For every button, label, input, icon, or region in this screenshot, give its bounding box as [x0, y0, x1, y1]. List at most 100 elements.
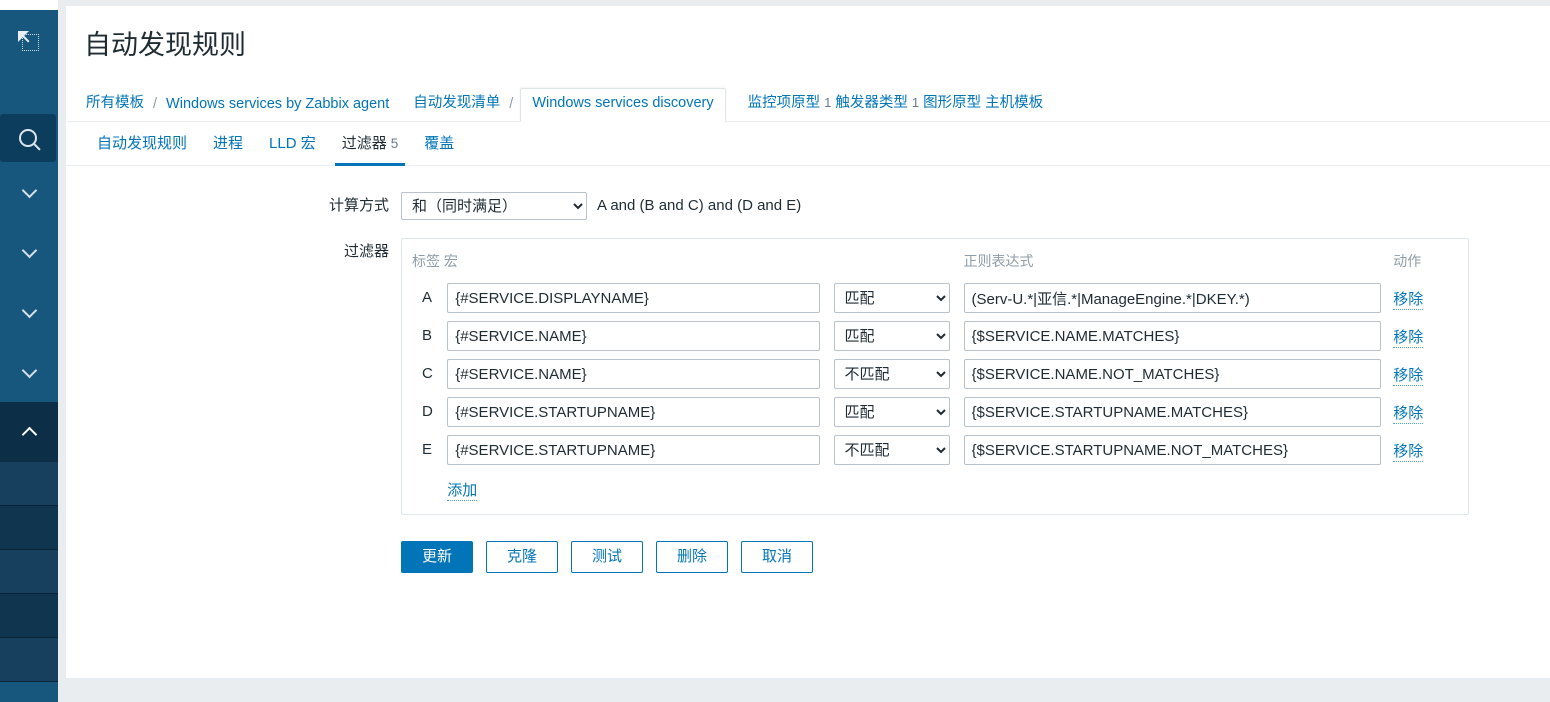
sidebar-sub-item-3[interactable]: [0, 550, 58, 594]
table-row: E 不匹配: [402, 431, 1468, 469]
regex-input-c[interactable]: [963, 359, 1382, 389]
row-tag-a: A: [402, 279, 447, 317]
chevron-down-icon: [21, 182, 37, 198]
form-button-row: 更新 克隆 测试 删除 取消: [401, 515, 1550, 573]
add-condition-link[interactable]: 添加: [447, 482, 478, 501]
remove-link-e[interactable]: 移除: [1393, 442, 1424, 462]
row-tag-label: A: [422, 289, 433, 306]
row-regex-cell-e: [963, 431, 1394, 469]
breadcrumb-item-prototypes-label: 监控项原型: [747, 95, 821, 111]
tab-discovery-rule[interactable]: 自动发现规则: [84, 122, 200, 165]
table-row: D 匹配: [402, 393, 1468, 431]
sidebar-top-spacer: [0, 0, 58, 10]
remove-link-a[interactable]: 移除: [1393, 290, 1424, 310]
tab-preprocessing[interactable]: 进程: [200, 122, 256, 165]
row-tag-label: C: [422, 365, 433, 382]
operator-select-c[interactable]: 不匹配: [833, 359, 950, 389]
breadcrumb-current-rule[interactable]: Windows services discovery: [520, 88, 726, 122]
sidebar-sub-item-2[interactable]: [0, 506, 58, 550]
remove-link-c[interactable]: 移除: [1393, 366, 1424, 386]
tab-discovery-rule-label: 自动发现规则: [97, 135, 188, 152]
breadcrumb-graph-prototypes[interactable]: 图形原型: [921, 91, 983, 121]
row-tag-d: D: [402, 393, 447, 431]
regex-input-e[interactable]: [963, 435, 1382, 465]
breadcrumb-all-templates[interactable]: 所有模板: [84, 91, 146, 121]
calc-type-field: 和（同时满足） A and (B and C) and (D and E): [401, 192, 1550, 220]
row-tag-label: E: [422, 441, 433, 458]
remove-link-b[interactable]: 移除: [1393, 328, 1424, 348]
operator-select-b[interactable]: 匹配: [833, 321, 950, 351]
macro-input-b[interactable]: [447, 321, 820, 351]
calc-type-select[interactable]: 和（同时满足）: [401, 192, 587, 220]
operator-select-a[interactable]: 匹配: [833, 283, 950, 313]
tab-lld-macros[interactable]: LLD 宏: [256, 122, 329, 165]
app-window: 自动发现规则 所有模板 / Windows services by Zabbix…: [0, 0, 1550, 702]
macro-input-c[interactable]: [447, 359, 820, 389]
operator-select-e[interactable]: 不匹配: [833, 435, 950, 465]
breadcrumb-template-name[interactable]: Windows services by Zabbix agent: [164, 96, 391, 121]
row-operator-cell-c: 不匹配: [833, 355, 964, 393]
row-macro-cell-a: [447, 279, 833, 317]
sidebar: [0, 0, 58, 702]
chevron-down-icon: [21, 302, 37, 318]
table-row: B 匹配: [402, 317, 1468, 355]
sidebar-sub-item-1[interactable]: [0, 462, 58, 506]
collapse-icon: [18, 30, 40, 52]
add-row-cell: 添加: [447, 469, 1468, 504]
sidebar-menu-item-4[interactable]: [0, 342, 58, 402]
breadcrumb-host-prototypes[interactable]: 主机模板: [983, 91, 1045, 121]
breadcrumb-discovery-list[interactable]: 自动发现清单: [411, 91, 502, 121]
remove-link-d[interactable]: 移除: [1393, 404, 1424, 424]
sidebar-sub-item-4[interactable]: [0, 594, 58, 638]
breadcrumb-separator-1: /: [153, 96, 158, 112]
column-header-operator: [834, 247, 964, 279]
operator-select-d[interactable]: 匹配: [833, 397, 950, 427]
update-button[interactable]: 更新: [401, 541, 473, 573]
regex-input-d[interactable]: [963, 397, 1382, 427]
cancel-button[interactable]: 取消: [741, 541, 813, 573]
delete-button[interactable]: 删除: [656, 541, 728, 573]
row-operator-cell-d: 匹配: [833, 393, 964, 431]
sidebar-menu-item-3[interactable]: [0, 282, 58, 342]
filter-conditions-box: 标签 宏 正则表达式 动作 A {#SERVICE.DISPLAYNAME} 匹…: [401, 238, 1469, 515]
row-macro-cell-c: [447, 355, 833, 393]
row-operator-cell-b: 匹配: [833, 317, 964, 355]
breadcrumb-item-prototypes[interactable]: 监控项原型 1: [746, 91, 834, 121]
tab-filters-count: 5: [390, 136, 399, 151]
sidebar-menu-item-2[interactable]: [0, 222, 58, 282]
row-regex-cell-a: [963, 279, 1394, 317]
sidebar-menu-item-5-expanded[interactable]: [0, 402, 58, 462]
row-tag-e: E: [402, 431, 447, 469]
sidebar-sub-item-5[interactable]: [0, 638, 58, 682]
macro-input-a[interactable]: [447, 283, 820, 313]
regex-input-b[interactable]: [963, 321, 1382, 351]
filter-conditions-field: 标签 宏 正则表达式 动作 A {#SERVICE.DISPLAYNAME} 匹…: [401, 238, 1550, 573]
tab-overrides[interactable]: 覆盖: [411, 122, 467, 165]
sidebar-search-button[interactable]: [0, 114, 56, 162]
breadcrumb-trigger-prototypes[interactable]: 触发器类型 1: [833, 91, 921, 121]
page-title: 自动发现规则: [84, 30, 246, 60]
chevron-down-icon: [21, 242, 37, 258]
macro-input-d[interactable]: [447, 397, 820, 427]
calc-type-row: 计算方式 和（同时满足） A and (B and C) and (D and …: [66, 192, 1550, 220]
column-header-tag-macro: 标签 宏: [412, 253, 458, 269]
clone-button[interactable]: 克隆: [486, 541, 558, 573]
sidebar-menu-item-1[interactable]: [0, 162, 58, 222]
tab-overrides-label: 覆盖: [424, 135, 455, 152]
filter-conditions-row: 过滤器 标签 宏 正则表达式 动作 A {#SERVICE.DISPLAYNAM…: [66, 238, 1550, 573]
tabs-bar: 自动发现规则 进程 LLD 宏 过滤器 5 覆盖: [66, 122, 1550, 166]
add-row-spacer: [402, 469, 447, 504]
filter-form: 计算方式 和（同时满足） A and (B and C) and (D and …: [66, 166, 1550, 573]
table-header-row: 标签 宏 正则表达式 动作: [402, 247, 1468, 279]
test-button[interactable]: 测试: [571, 541, 643, 573]
row-operator-cell-a: 匹配: [833, 279, 964, 317]
breadcrumb-trigger-prototypes-count: 1: [911, 95, 920, 110]
sidebar-collapse-button[interactable]: [0, 10, 58, 72]
tab-preprocessing-label: 进程: [213, 135, 244, 152]
row-action-cell-a: 移除: [1393, 279, 1468, 317]
row-action-cell-c: 移除: [1393, 355, 1468, 393]
regex-input-a[interactable]: [963, 283, 1382, 313]
macro-input-e[interactable]: [447, 435, 820, 465]
row-tag-b: B: [402, 317, 447, 355]
tab-filters[interactable]: 过滤器 5: [329, 122, 412, 166]
